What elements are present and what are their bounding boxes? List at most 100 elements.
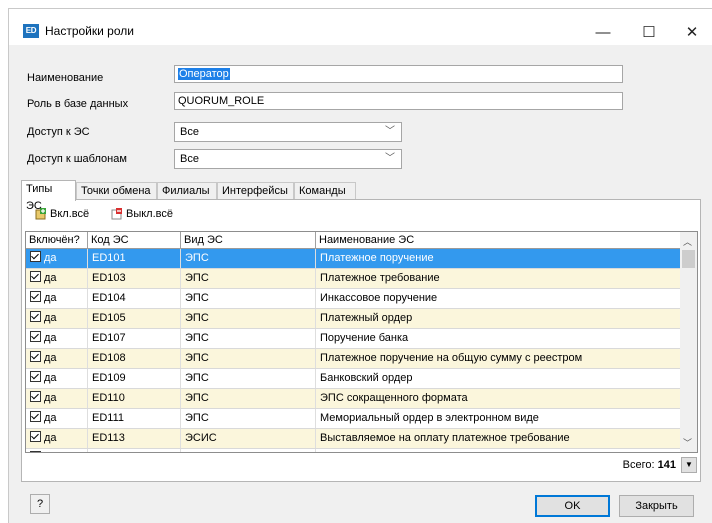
name-field[interactable]: Оператор: [174, 65, 623, 83]
checkbox-checked-icon[interactable]: [30, 371, 41, 382]
tab-exchange-points[interactable]: Точки обмена: [76, 182, 157, 200]
help-icon: ?: [36, 498, 44, 510]
template-access-label: Доступ к шаблонам: [27, 153, 127, 165]
table-row[interactable]: да ED114ЭСИСВыставляемое на оплату инкасс…: [26, 449, 682, 453]
ok-button[interactable]: OK: [535, 495, 610, 517]
enabled-text: да: [44, 412, 57, 424]
tab-panel: Вкл.всё Выкл.всё Включён? Код ЭС Вид ЭС …: [21, 199, 701, 482]
enabled-text: да: [44, 312, 57, 324]
checkbox-checked-icon[interactable]: [30, 271, 41, 282]
cell-code: ED101: [88, 249, 181, 268]
enabled-text: да: [44, 252, 57, 264]
tab-es-types[interactable]: Типы ЭС: [21, 180, 76, 212]
cell-name: Банковский ордер: [316, 369, 682, 388]
db-role-field[interactable]: QUORUM_ROLE: [174, 92, 623, 110]
cell-code: ED114: [88, 449, 181, 452]
table-row[interactable]: да ED103 ЭПС Платежное требование: [26, 269, 682, 289]
cell-enabled[interactable]: да: [26, 389, 88, 408]
cell-enabled[interactable]: да: [26, 369, 88, 388]
table-row[interactable]: да ED101 ЭПС Платежное поручение: [26, 249, 682, 269]
table-row[interactable]: да ED110 ЭПС ЭПС сокращенного формата: [26, 389, 682, 409]
enabled-text: да: [44, 452, 57, 453]
scroll-up-icon[interactable]: ︿: [683, 235, 692, 248]
cell-kind: ЭПС: [181, 409, 316, 428]
checkbox-checked-icon[interactable]: [30, 311, 41, 322]
window-title: Настройки роли: [45, 24, 134, 38]
cell-enabled[interactable]: да: [26, 409, 88, 428]
es-types-table[interactable]: Включён? Код ЭС Вид ЭС Наименование ЭС д…: [25, 231, 698, 453]
disable-all-icon: [111, 208, 123, 220]
enabled-text: да: [44, 272, 57, 284]
disable-all-label: Выкл.всё: [126, 208, 173, 220]
cell-code: ED113: [88, 429, 181, 448]
enabled-text: да: [44, 432, 57, 444]
close-window-button[interactable]: ✕: [672, 19, 712, 45]
scrollbar-thumb[interactable]: [682, 250, 695, 268]
cell-code: ED107: [88, 329, 181, 348]
minimize-icon: —: [595, 23, 611, 41]
column-header-code[interactable]: Код ЭС: [88, 232, 181, 249]
cell-enabled[interactable]: да: [26, 429, 88, 448]
cell-enabled[interactable]: да: [26, 349, 88, 368]
table-row[interactable]: да ED105 ЭПС Платежный ордер: [26, 309, 682, 329]
cell-enabled[interactable]: да: [26, 309, 88, 328]
es-access-value: Все: [180, 126, 199, 138]
dialog-window: ED Настройки роли — ☐ ✕ Наименование Опе…: [8, 8, 712, 523]
status-bar: Всего: 141 ▼: [25, 454, 698, 476]
checkbox-checked-icon[interactable]: [30, 391, 41, 402]
cell-kind: ЭПС: [181, 249, 316, 268]
checkbox-checked-icon[interactable]: [30, 291, 41, 302]
checkbox-checked-icon[interactable]: [30, 411, 41, 422]
cell-enabled[interactable]: да: [26, 289, 88, 308]
checkbox-checked-icon[interactable]: [30, 251, 41, 262]
enabled-text: да: [44, 292, 57, 304]
scroll-down-icon[interactable]: ﹀: [683, 436, 692, 449]
column-header-enabled[interactable]: Включён?: [26, 232, 88, 249]
table-row[interactable]: да ED109 ЭПС Банковский ордер: [26, 369, 682, 389]
status-dropdown-button[interactable]: ▼: [681, 457, 697, 473]
disable-all-button[interactable]: Выкл.всё: [111, 206, 173, 222]
table-row[interactable]: да ED107 ЭПС Поручение банка: [26, 329, 682, 349]
chevron-down-icon: ﹀: [385, 153, 395, 164]
table-row[interactable]: да ED108 ЭПС Платежное поручение на общую с…: [26, 349, 682, 369]
title-bar: ED Настройки роли — ☐ ✕: [9, 9, 712, 45]
total-value: 141: [657, 459, 676, 471]
tab-interfaces[interactable]: Интерфейсы: [217, 182, 294, 200]
enable-all-button[interactable]: Вкл.всё: [35, 206, 89, 222]
cell-enabled[interactable]: да: [26, 249, 88, 268]
checkbox-checked-icon[interactable]: [30, 451, 41, 452]
cell-name: Выставляемое на оплату платежное требова…: [316, 429, 682, 448]
vertical-scrollbar[interactable]: ︿ ﹀: [680, 232, 697, 452]
enabled-text: да: [44, 392, 57, 404]
close-icon: ✕: [685, 24, 699, 41]
tab-commands[interactable]: Команды: [294, 182, 356, 200]
caret-down-icon: ▼: [685, 460, 693, 469]
column-header-name[interactable]: Наименование ЭС: [316, 232, 682, 249]
minimize-button[interactable]: —: [580, 19, 626, 45]
maximize-button[interactable]: ☐: [626, 19, 672, 45]
table-header: Включён? Код ЭС Вид ЭС Наименование ЭС: [26, 232, 694, 249]
table-row[interactable]: да ED104 ЭПС Инкассовое поручение: [26, 289, 682, 309]
cell-enabled[interactable]: да: [26, 449, 88, 453]
es-access-select[interactable]: Все ﹀: [174, 122, 402, 142]
cell-enabled[interactable]: да: [26, 329, 88, 348]
template-access-select[interactable]: Все ﹀: [174, 149, 402, 169]
cell-code: ED110: [88, 389, 181, 408]
table-row[interactable]: да ED111 ЭПС Мемориальный ордер в электронн…: [26, 409, 682, 429]
cell-code: ED103: [88, 269, 181, 288]
cell-code: ED111: [88, 409, 181, 428]
tab-branches[interactable]: Филиалы: [157, 182, 217, 200]
maximize-icon: ☐: [642, 24, 656, 41]
name-label: Наименование: [27, 72, 104, 84]
cell-kind: ЭСИС: [181, 429, 316, 448]
column-header-kind[interactable]: Вид ЭС: [181, 232, 316, 249]
table-row[interactable]: да ED113 ЭСИС Выставляемое на оплату платеж…: [26, 429, 682, 449]
checkbox-checked-icon[interactable]: [30, 331, 41, 342]
enable-all-label: Вкл.всё: [50, 208, 90, 220]
help-button[interactable]: ?: [30, 494, 50, 514]
checkbox-checked-icon[interactable]: [30, 431, 41, 442]
cell-kind: ЭПС: [181, 289, 316, 308]
checkbox-checked-icon[interactable]: [30, 351, 41, 362]
close-button[interactable]: Закрыть: [619, 495, 694, 517]
cell-enabled[interactable]: да: [26, 269, 88, 288]
